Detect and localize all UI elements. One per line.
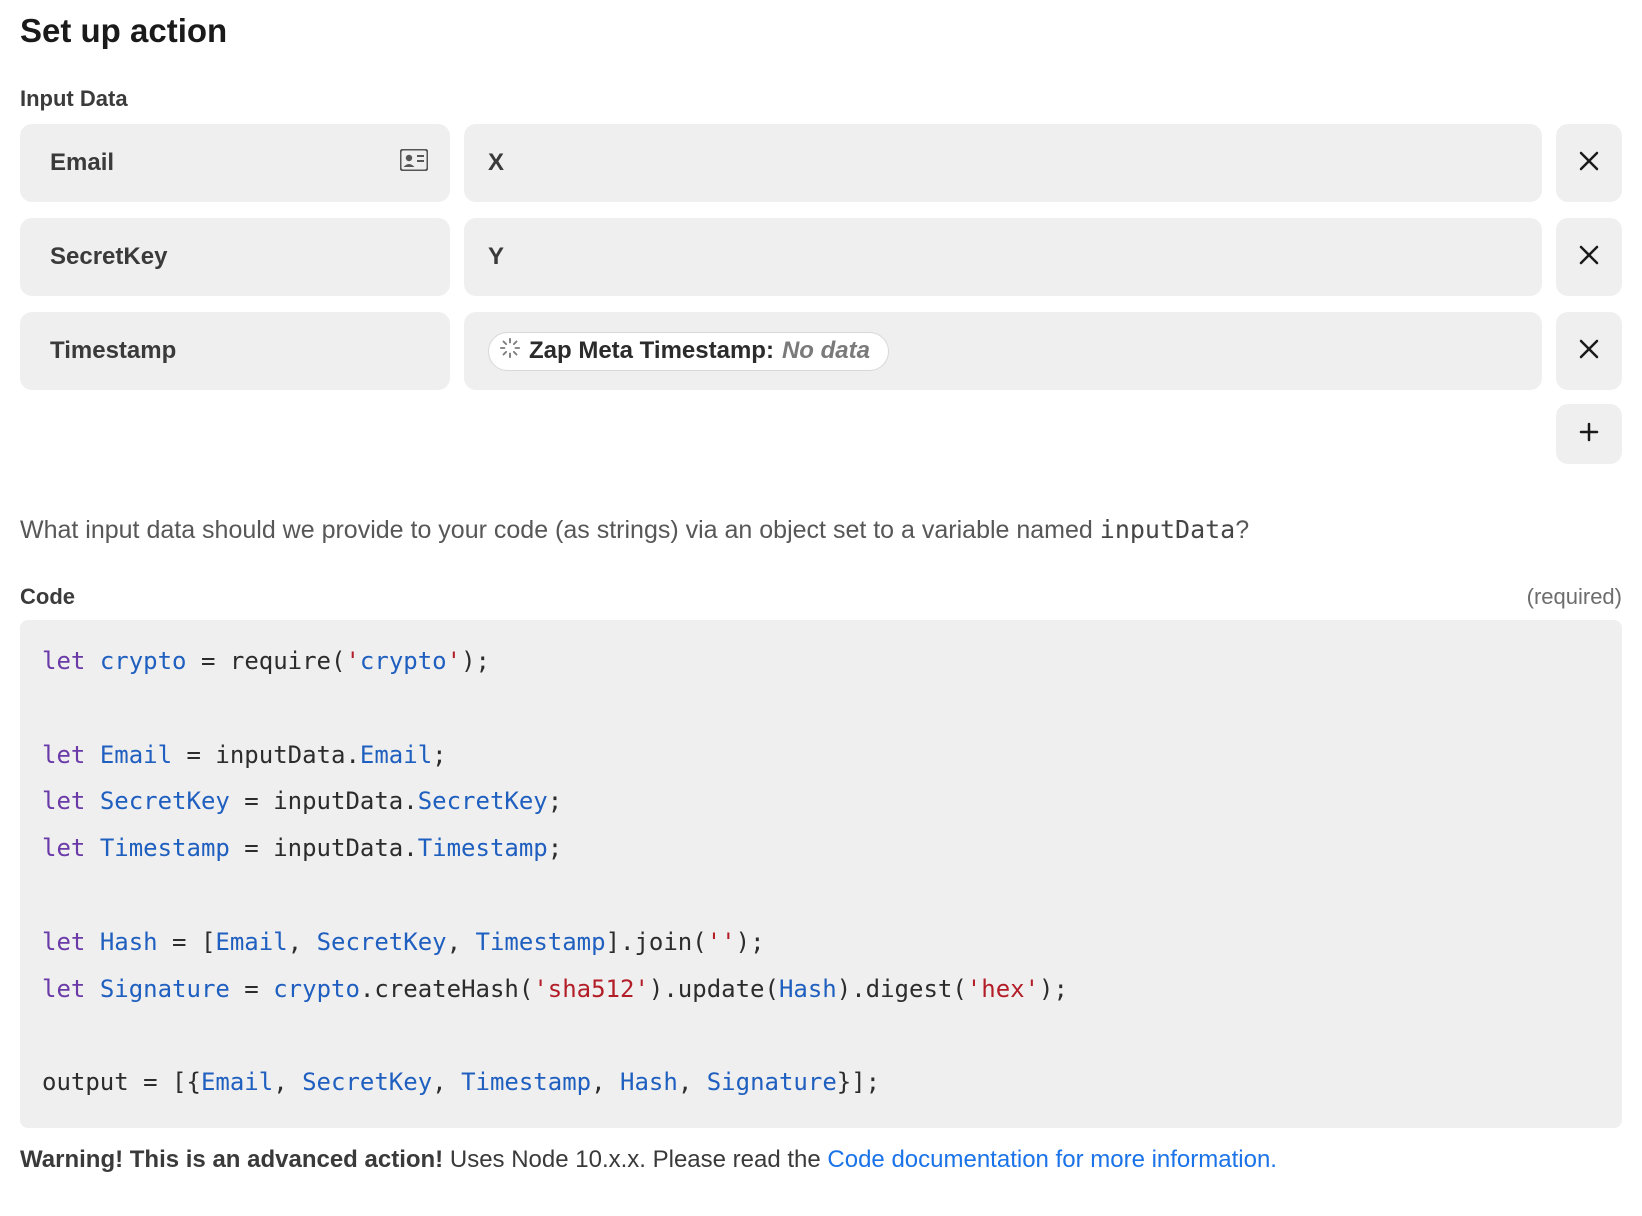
input-key-text: SecretKey: [50, 243, 167, 271]
input-value-email[interactable]: X: [464, 124, 1542, 202]
plus-icon: [1578, 417, 1600, 451]
remove-row-button[interactable]: [1556, 124, 1622, 202]
input-key-timestamp[interactable]: Timestamp: [20, 312, 450, 390]
input-key-email[interactable]: Email: [20, 124, 450, 202]
warning-body: Uses Node 10.x.x. Please read the: [443, 1146, 827, 1173]
page-title: Set up action: [20, 12, 1622, 50]
address-card-icon: [400, 149, 428, 178]
input-row-timestamp: Timestamp Zap Meta Timestamp: No data: [20, 312, 1622, 390]
input-data-hint: What input data should we provide to you…: [20, 512, 1622, 548]
zap-icon: [499, 337, 521, 366]
close-icon: [1578, 334, 1600, 368]
mapped-field-pill[interactable]: Zap Meta Timestamp: No data: [488, 332, 889, 371]
code-documentation-link[interactable]: Code documentation for more information.: [827, 1146, 1277, 1173]
input-row-email: Email X: [20, 124, 1622, 202]
input-key-text: Timestamp: [50, 337, 176, 365]
input-value-timestamp[interactable]: Zap Meta Timestamp: No data: [464, 312, 1542, 390]
warning-text: Warning! This is an advanced action! Use…: [20, 1142, 1622, 1178]
hint-suffix: ?: [1235, 516, 1249, 544]
warning-bold: Warning! This is an advanced action!: [20, 1146, 443, 1173]
close-icon: [1578, 240, 1600, 274]
add-row-button[interactable]: [1556, 404, 1622, 464]
code-required-label: (required): [1527, 584, 1622, 610]
input-data-label: Input Data: [20, 86, 1622, 112]
hint-prefix: What input data should we provide to you…: [20, 516, 1100, 544]
pill-value: No data: [782, 337, 870, 365]
pill-label: Zap Meta Timestamp:: [529, 337, 774, 365]
close-icon: [1578, 146, 1600, 180]
input-data-rows: Email X SecretKey Y Timestamp: [20, 124, 1622, 390]
remove-row-button[interactable]: [1556, 218, 1622, 296]
hint-code: inputData: [1100, 515, 1235, 544]
input-value-text: Y: [488, 243, 504, 271]
code-label: Code: [20, 584, 75, 610]
input-row-secretkey: SecretKey Y: [20, 218, 1622, 296]
input-key-text: Email: [50, 149, 114, 177]
code-editor[interactable]: let crypto = require('crypto'); let Emai…: [20, 620, 1622, 1128]
input-value-text: X: [488, 149, 504, 177]
input-value-secretkey[interactable]: Y: [464, 218, 1542, 296]
input-key-secretkey[interactable]: SecretKey: [20, 218, 450, 296]
remove-row-button[interactable]: [1556, 312, 1622, 390]
